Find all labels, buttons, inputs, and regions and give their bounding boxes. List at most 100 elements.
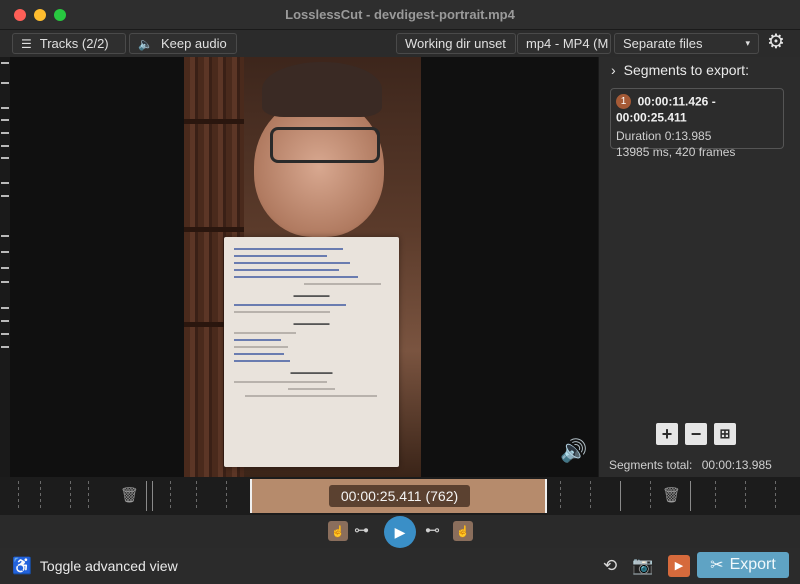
close-window-button[interactable] [14,9,26,21]
doc-line [234,276,358,278]
shelf-line [184,227,244,232]
strip-glyph [1,107,9,109]
export-label: Export [729,556,776,573]
timeline-tick [560,481,561,511]
presenter-face [254,97,384,237]
play-button[interactable]: ▶ [384,516,416,548]
gear-icon[interactable]: ⚙ [765,31,787,53]
strip-glyph [1,251,9,253]
doc-line [234,255,327,257]
play-icon: ▶ [394,523,406,540]
video-player[interactable]: ▬▬▬▬▬▬ ▬▬▬▬▬▬ ▬▬▬▬▬▬▬ [10,57,598,477]
doc-line [234,381,327,383]
doc-line [234,353,284,355]
remove-segment-icon[interactable]: − [685,423,707,445]
export-format-icon[interactable]: ▶ [668,555,690,577]
segments-total: Segments total: 00:00:13.985 [609,458,772,472]
current-time-display[interactable]: 00:00:25.411 (762) [329,485,470,507]
video-frame: ▬▬▬▬▬▬ ▬▬▬▬▬▬ ▬▬▬▬▬▬▬ [184,57,421,477]
shelf-line [184,119,244,124]
top-toolbar: ☰ Tracks (2/2) 🔈 Keep audio Working dir … [0,30,800,57]
document-overlay: ▬▬▬▬▬▬ ▬▬▬▬▬▬ ▬▬▬▬▬▬▬ [224,237,399,467]
segment-start-marker[interactable] [250,479,252,513]
doc-line [234,262,351,264]
working-dir-button[interactable]: Working dir unset [396,33,516,54]
timeline-tick [690,481,691,511]
timeline-tick [620,481,621,511]
doc-line [234,269,340,271]
strip-glyph [1,281,9,283]
output-mode-select[interactable]: Separate files ▾ [614,33,759,54]
split-segment-icon[interactable]: ⊞ [714,423,736,445]
keep-audio-button[interactable]: 🔈 Keep audio [129,33,237,54]
export-button[interactable]: ✂ Export [697,552,789,578]
minimize-window-button[interactable] [34,9,46,21]
toggle-advanced-view-button[interactable]: ♿ Toggle advanced view [12,556,178,576]
working-dir-label: Working dir unset [405,36,506,51]
window-title: LosslessCut - devdigest-portrait.mp4 [285,7,515,22]
timeline-tick [745,481,746,511]
tracks-label: Tracks (2/2) [39,36,109,51]
strip-glyph [1,132,9,134]
person-icon: ♿ [12,558,32,575]
doc-line [288,388,335,390]
segment-range: 00:00:11.426 - 00:00:25.411 [616,94,716,125]
trash-icon[interactable]: 🗑 [120,486,139,504]
set-cut-end-button[interactable]: ☝ [453,521,473,541]
scissors-icon: ✂ [710,557,724,574]
strip-glyph [1,62,9,64]
rotate-icon[interactable]: ⟲ [603,556,617,576]
strip-glyph [1,182,9,184]
segment-end-marker[interactable] [545,479,547,513]
segment-tools: + − ⊞ [656,423,736,445]
trash-icon[interactable]: 🗑 [662,486,681,504]
segments-total-label: Segments total: [609,458,693,472]
format-value: mp4 - MP4 (M [526,36,609,51]
strip-glyph [1,333,9,335]
strip-glyph [1,145,9,147]
key-icon[interactable]: ⊶ [354,521,369,539]
strip-glyph [1,307,9,309]
segment-duration: Duration 0:13.985 [616,128,712,143]
timeline-tick [226,481,227,511]
timeline-tick [715,481,716,511]
doc-line [234,360,290,362]
timeline-tick [775,481,776,511]
timeline-tick [146,481,147,511]
presenter-hat [262,62,382,117]
segment-item[interactable]: 1 00:00:11.426 - 00:00:25.411 Duration 0… [610,88,784,159]
segments-heading-label: Segments to export: [623,62,749,78]
toggle-advanced-view-label: Toggle advanced view [39,558,178,574]
timeline-tick [590,481,591,511]
doc-line [234,304,346,306]
zoom-window-button[interactable] [54,9,66,21]
set-cut-start-button[interactable]: ☝ [328,521,348,541]
doc-line [234,311,331,313]
chevron-down-icon: ▾ [745,38,750,48]
timeline-tick [18,481,19,511]
segments-total-value: 00:00:13.985 [701,458,772,472]
doc-line [234,339,281,341]
doc-line [234,346,289,348]
camera-icon[interactable]: 📷 [632,556,653,576]
title-bar: LosslessCut - devdigest-portrait.mp4 [0,0,800,30]
strip-glyph [1,119,9,121]
format-select[interactable]: mp4 - MP4 (M ▾ [517,33,611,54]
doc-line [234,248,343,250]
list-icon: ☰ [21,36,32,51]
chevron-right-icon[interactable]: › [611,62,616,78]
doc-line [234,332,296,334]
doc-section-heading: ▬▬▬▬▬▬ [293,321,330,327]
key-icon[interactable]: ⊷ [425,521,440,539]
strip-glyph [1,195,9,197]
strip-glyph [1,320,9,322]
add-segment-icon[interactable]: + [656,423,678,445]
strip-glyph [1,267,9,269]
timeline-tick [70,481,71,511]
tracks-button[interactable]: ☰ Tracks (2/2) [12,33,126,54]
timeline-tick [650,481,651,511]
doc-line [244,395,377,397]
strip-glyph [1,157,9,159]
volume-icon[interactable]: 🔊 [560,438,587,464]
speaker-icon: 🔈 [138,36,153,51]
